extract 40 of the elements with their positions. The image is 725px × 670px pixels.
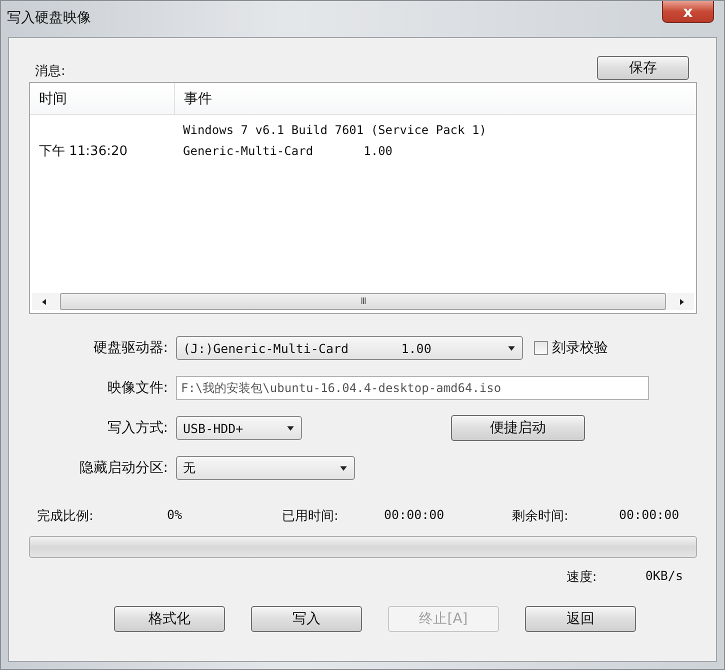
scroll-left-icon <box>40 298 48 306</box>
stat-label: 剩余时间: <box>512 508 570 525</box>
checkbox[interactable] <box>534 341 548 355</box>
column-header[interactable]: 事件 <box>175 83 212 114</box>
field-label: 写入方式: <box>106 419 168 437</box>
messages-label: 消息: <box>35 63 66 80</box>
quick-boot-button[interactable]: 便捷启动 <box>451 415 585 441</box>
stat-value: 0% <box>167 507 184 524</box>
action-button[interactable]: 返回 <box>525 606 636 632</box>
grip-marks: III <box>360 296 366 306</box>
column-header[interactable]: 时间 <box>30 83 175 114</box>
stat-label: 已用时间: <box>282 508 340 525</box>
dropdown-arrow-icon <box>339 464 348 472</box>
action-button[interactable]: 写入 <box>251 606 362 632</box>
action-button[interactable]: 格式化 <box>114 606 225 632</box>
dropdown-value: USB-HDD+ <box>183 420 244 436</box>
dropdown-value: (J:)Generic-Multi-Card 1.00 <box>183 340 432 356</box>
dropdown-arrow-icon <box>286 424 295 432</box>
stat-label: 完成比例: <box>37 508 94 525</box>
window-title: 写入硬盘映像 <box>7 9 91 27</box>
field-label: 隐藏启动分区: <box>78 459 168 477</box>
dropdown-value: 无 <box>183 460 196 476</box>
drive-dropdown[interactable]: (J:)Generic-Multi-Card 1.00 <box>176 336 523 360</box>
table-cell-text: Generic-Multi-Card 1.00 <box>182 144 393 158</box>
partition-dropdown[interactable]: 无 <box>176 456 355 480</box>
dropdown-arrow-icon <box>507 344 516 352</box>
speed-value: 0KB/s <box>645 568 683 585</box>
field-label: 映像文件: <box>106 379 168 397</box>
close-button[interactable]: x <box>662 1 714 23</box>
speed-label: 速度: <box>566 569 598 586</box>
scroll-right-icon <box>678 298 686 306</box>
table-cell-text: 下午 11:36:20 <box>38 142 129 160</box>
file-path-field[interactable]: F:\我的安装包\ubuntu-16.04.4-desktop-amd64.iso <box>176 376 649 400</box>
write-method-dropdown[interactable]: USB-HDD+ <box>176 416 302 440</box>
table-cell-text: Windows 7 v6.1 Build 7601 (Service Pack 1) <box>182 122 486 136</box>
save-button[interactable]: 保存 <box>597 56 689 80</box>
field-label: 硬盘驱动器: <box>92 339 168 357</box>
stat-value: 00:00:00 <box>384 507 446 524</box>
stat-value: 00:00:00 <box>619 507 680 524</box>
checkbox-label: 刻录校验 <box>552 339 608 357</box>
